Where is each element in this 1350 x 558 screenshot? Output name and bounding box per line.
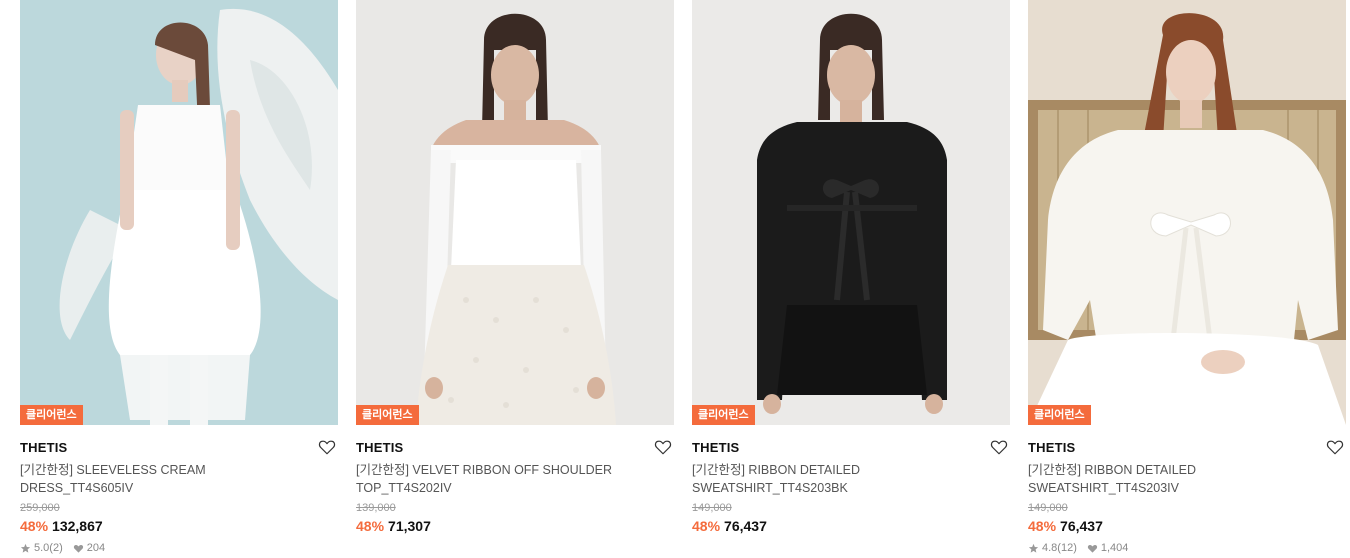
discount-rate: 48% xyxy=(1028,518,1057,534)
discount-rate: 48% xyxy=(692,518,721,534)
clearance-badge: 클리어런스 xyxy=(692,405,755,425)
original-price: 149,000 xyxy=(1028,502,1068,514)
heart-outline-icon[interactable] xyxy=(1326,438,1344,456)
heart-outline-icon[interactable] xyxy=(318,438,336,456)
price-row: 48% 71,307 xyxy=(356,515,674,537)
product-photo-ivory-sweatshirt xyxy=(1028,0,1346,425)
price-row: 48% 76,437 xyxy=(692,515,1010,537)
review-count: (2) xyxy=(49,542,63,554)
review-meta: 5.0 (2) 204 xyxy=(20,541,338,555)
brand-name[interactable]: THETIS xyxy=(20,437,338,459)
rating-value: 5.0 xyxy=(34,542,50,554)
clearance-badge: 클리어런스 xyxy=(356,405,419,425)
product-image[interactable]: 클리어런스 xyxy=(692,0,1010,425)
like-count: 1,404 xyxy=(1100,542,1129,554)
product-image[interactable]: 클리어런스 xyxy=(20,0,338,425)
product-name[interactable]: [기간한정] RIBBON DETAILED SWEATSHIRT_TT4S20… xyxy=(692,461,992,497)
clearance-badge: 클리어런스 xyxy=(20,405,83,425)
price-row: 48% 132,867 xyxy=(20,515,338,537)
product-card[interactable]: 클리어런스 THETIS [기간한정] VELVET RIBBON OFF SH… xyxy=(356,0,674,552)
discount-rate: 48% xyxy=(20,518,49,534)
sale-price: 76,437 xyxy=(1060,518,1103,534)
product-grid: 클리어런스 THETIS [기간한정] SLEEVELESS CREAM DRE… xyxy=(0,0,1350,555)
original-price: 149,000 xyxy=(692,502,732,514)
product-card[interactable]: 클리어런스 THETIS [기간한정] SLEEVELESS CREAM DRE… xyxy=(20,0,338,555)
sale-price: 132,867 xyxy=(52,518,103,534)
product-name[interactable]: [기간한정] RIBBON DETAILED SWEATSHIRT_TT4S20… xyxy=(1028,461,1328,497)
original-price: 259,000 xyxy=(20,502,60,514)
product-name[interactable]: [기간한정] VELVET RIBBON OFF SHOULDER TOP_TT… xyxy=(356,461,656,497)
brand-name[interactable]: THETIS xyxy=(356,437,674,459)
product-photo-cream-dress xyxy=(20,0,338,425)
heart-outline-icon[interactable] xyxy=(654,438,672,456)
price-row: 48% 76,437 xyxy=(1028,515,1346,537)
product-photo-black-sweatshirt xyxy=(692,0,1010,425)
brand-name[interactable]: THETIS xyxy=(692,437,1010,459)
heart-outline-icon[interactable] xyxy=(990,438,1008,456)
product-image[interactable]: 클리어런스 xyxy=(1028,0,1346,425)
product-image[interactable]: 클리어런스 xyxy=(356,0,674,425)
sale-price: 71,307 xyxy=(388,518,431,534)
product-card[interactable]: 클리어런스 THETIS [기간한정] RIBBON DETAILED SWEA… xyxy=(692,0,1010,552)
review-meta: 4.8 (12) 1,404 xyxy=(1028,541,1346,555)
discount-rate: 48% xyxy=(356,518,385,534)
product-name[interactable]: [기간한정] SLEEVELESS CREAM DRESS_TT4S605IV xyxy=(20,461,320,497)
clearance-badge: 클리어런스 xyxy=(1028,405,1091,425)
review-count: (12) xyxy=(1057,542,1077,554)
original-price: 139,000 xyxy=(356,502,396,514)
rating-value: 4.8 xyxy=(1042,542,1058,554)
product-card[interactable]: 클리어런스 THETIS [기간한정] RIBBON DETAILED SWEA… xyxy=(1028,0,1346,555)
product-photo-off-shoulder-top xyxy=(356,0,674,425)
brand-name[interactable]: THETIS xyxy=(1028,437,1346,459)
like-count: 204 xyxy=(86,542,106,554)
sale-price: 76,437 xyxy=(724,518,767,534)
